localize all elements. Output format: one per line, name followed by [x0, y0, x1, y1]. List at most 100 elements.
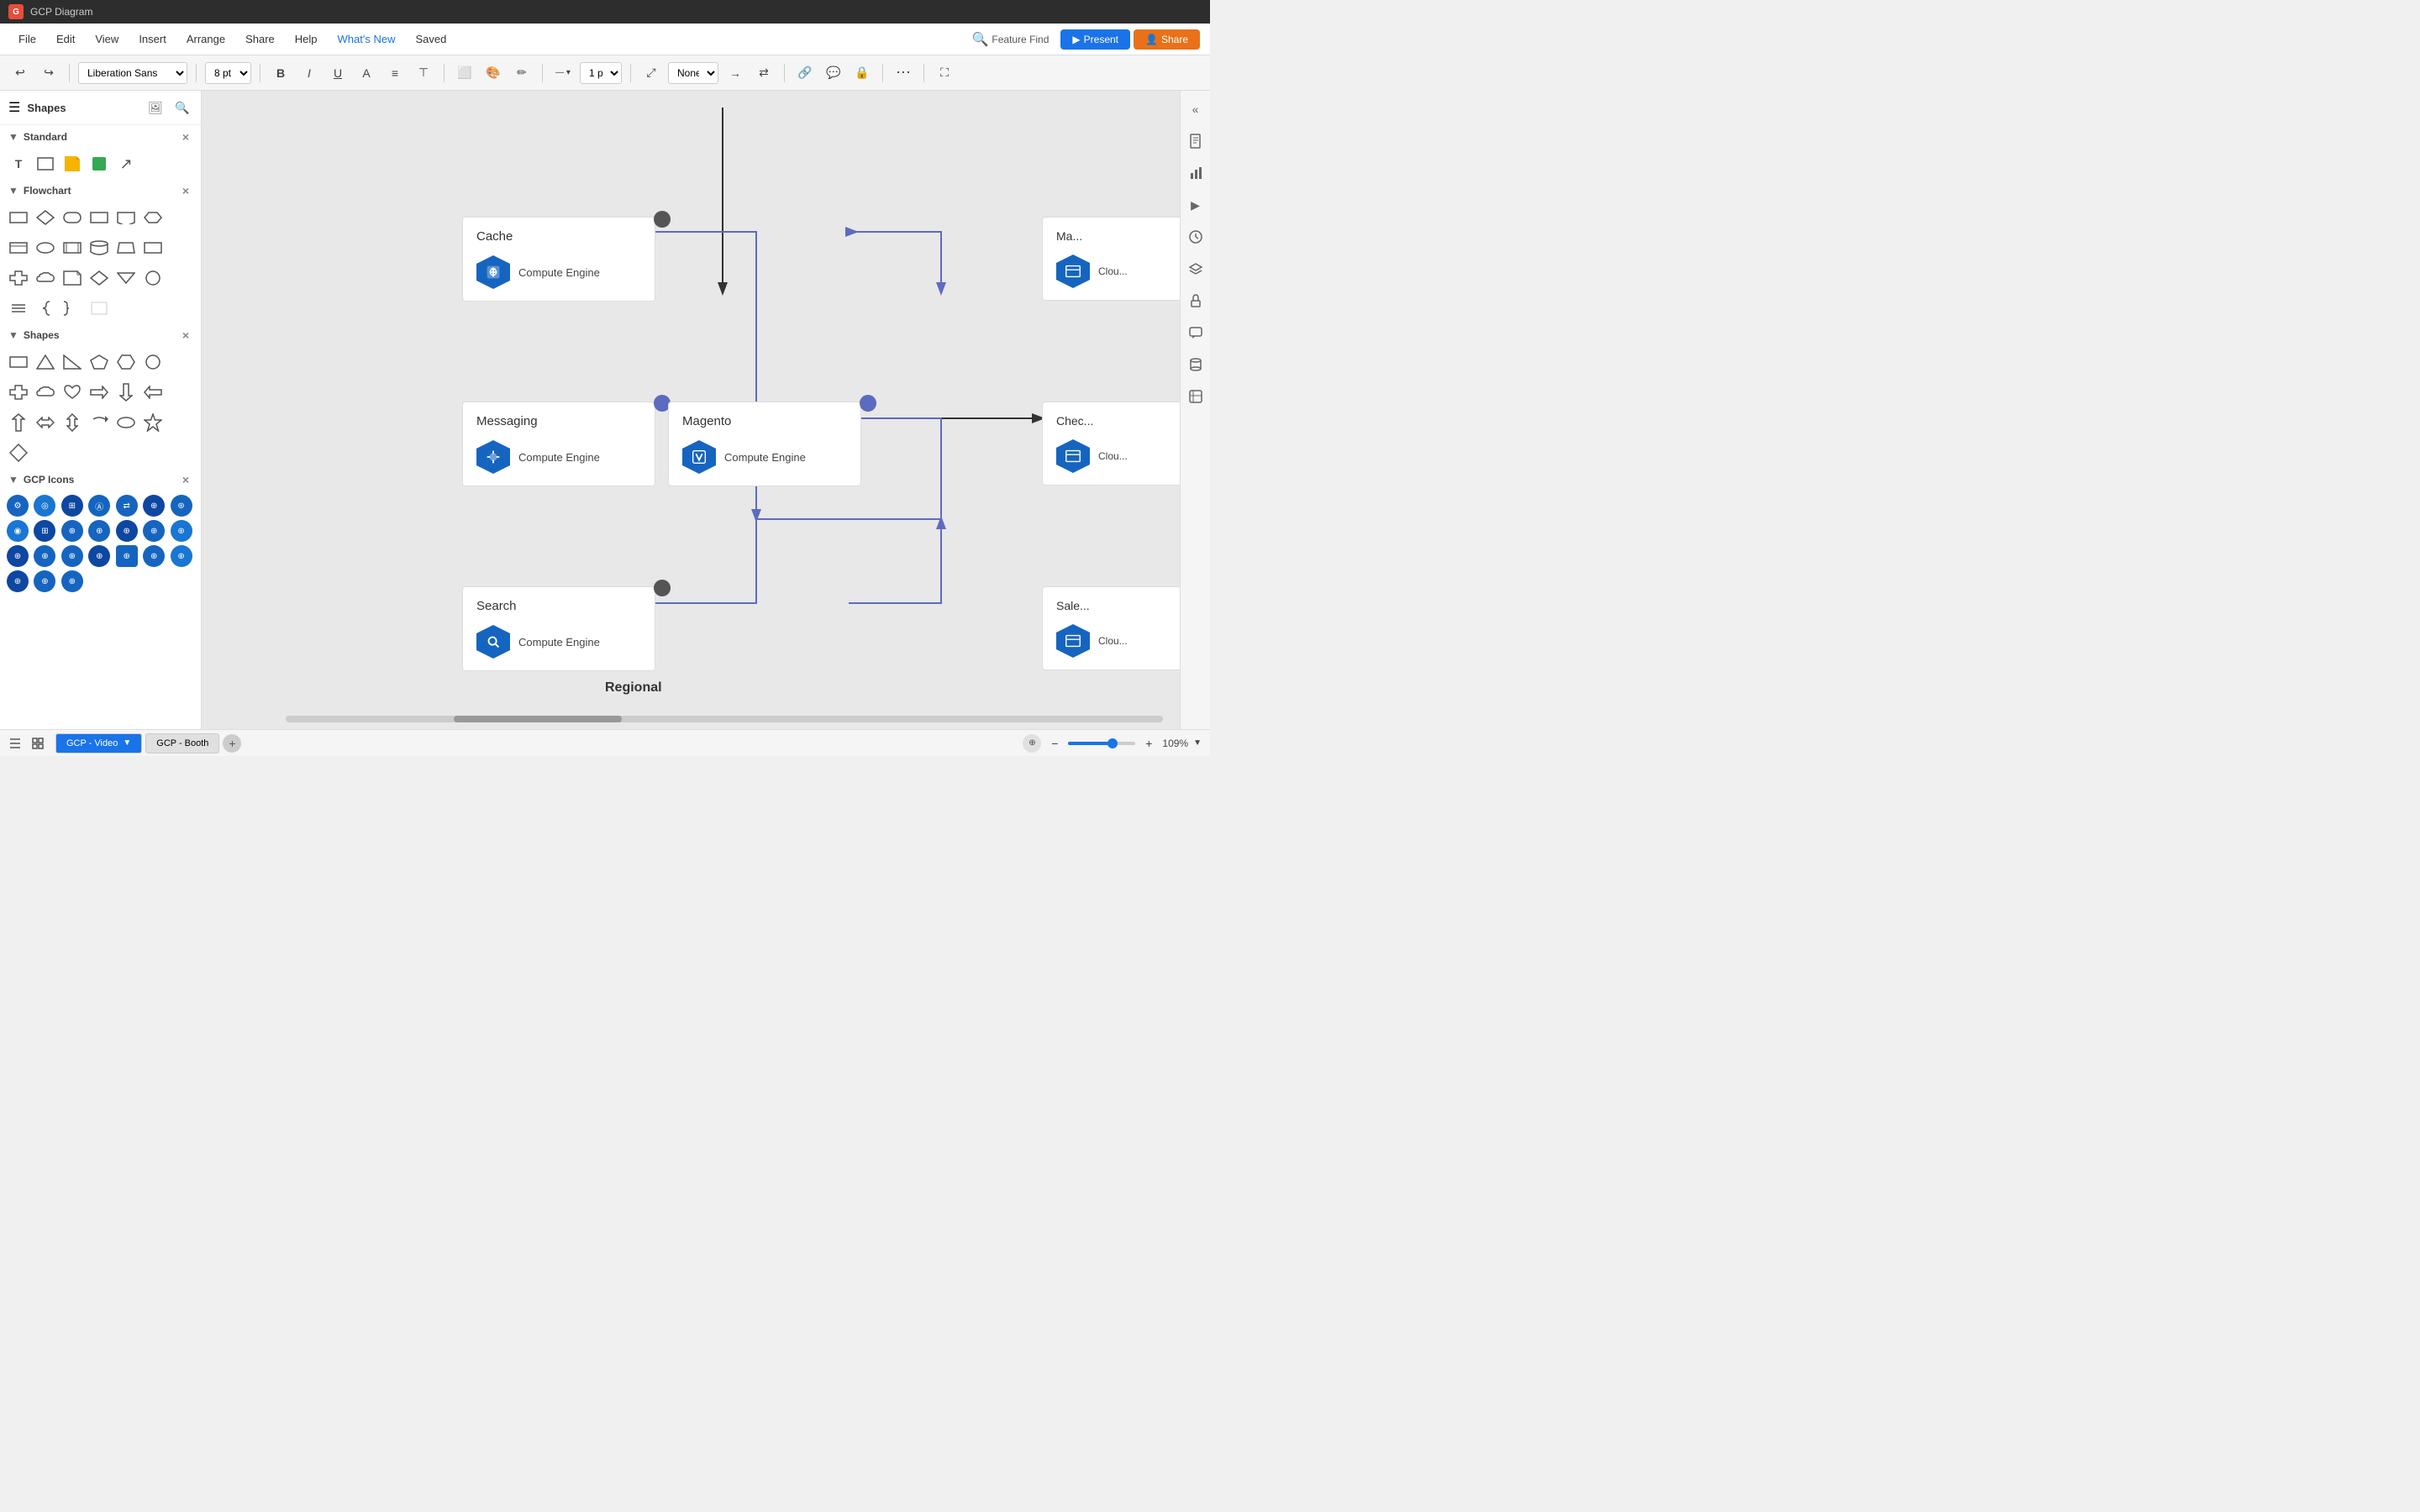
- sh-rect[interactable]: [7, 350, 30, 374]
- gcp-icon-3[interactable]: ⊞: [61, 495, 83, 517]
- gcp-icon-15[interactable]: ⊕: [7, 545, 29, 567]
- sh-cross2[interactable]: [7, 381, 30, 404]
- messaging-node[interactable]: Messaging Compute Engine: [462, 402, 655, 486]
- gcp-icon-13[interactable]: ⊕: [143, 520, 165, 542]
- fc-diamond[interactable]: [34, 206, 57, 229]
- ma-top-node[interactable]: Ma... Clou...: [1042, 217, 1180, 301]
- sh-arrow-r[interactable]: [87, 381, 111, 404]
- menu-view[interactable]: View: [87, 29, 127, 49]
- sh-oval[interactable]: [114, 411, 138, 434]
- font-size-select[interactable]: 8 pt: [205, 62, 251, 84]
- gcp-icon-19[interactable]: ⊕: [116, 545, 138, 567]
- gcp-icon-6[interactable]: ⊕: [143, 495, 165, 517]
- comment-icon[interactable]: [1184, 321, 1207, 344]
- canvas-area[interactable]: Cache Compute Engine Messaging Compute E…: [202, 91, 1180, 729]
- fc-rect[interactable]: [7, 206, 30, 229]
- sh-dbl-arrow-v[interactable]: [60, 411, 84, 434]
- redo-button[interactable]: ↪: [37, 61, 60, 85]
- rect-shape[interactable]: [34, 152, 57, 176]
- underline-button[interactable]: U: [326, 61, 350, 85]
- fc-rect3[interactable]: [7, 236, 30, 260]
- arrow-shape[interactable]: ↗: [114, 152, 138, 176]
- zoom-dropdown[interactable]: ▼: [1193, 738, 1202, 748]
- line-style-dropdown[interactable]: — ▾: [551, 61, 575, 85]
- fc-brace[interactable]: [60, 297, 84, 320]
- sh-arrow-l[interactable]: [141, 381, 165, 404]
- fullscreen-button[interactable]: ⛶: [933, 61, 956, 85]
- sh-heart[interactable]: [60, 381, 84, 404]
- menu-share[interactable]: Share: [237, 29, 283, 49]
- fc-hexagon[interactable]: [141, 206, 165, 229]
- lock-button[interactable]: 🔒: [850, 61, 874, 85]
- menu-whatsnew[interactable]: What's New: [329, 29, 404, 49]
- sh-hex[interactable]: [114, 350, 138, 374]
- gcp-icon-23[interactable]: ⊕: [34, 570, 55, 592]
- sh-star[interactable]: [141, 411, 165, 434]
- font-color-button[interactable]: A: [355, 61, 378, 85]
- gcp-icon-8[interactable]: ◉: [7, 520, 29, 542]
- gcp-icon-20[interactable]: ⊕: [143, 545, 165, 567]
- fc-note[interactable]: [60, 266, 84, 290]
- magento-node[interactable]: Magento Compute Engine: [668, 402, 861, 486]
- gcp-icon-9[interactable]: ⊞: [34, 520, 55, 542]
- sh-cloud[interactable]: [34, 381, 57, 404]
- link-button[interactable]: 🔗: [793, 61, 817, 85]
- search-node[interactable]: Search Compute Engine: [462, 586, 655, 671]
- fc-lines1[interactable]: [7, 297, 30, 320]
- fc-cross[interactable]: [7, 266, 30, 290]
- tab-list-icon[interactable]: [8, 738, 22, 749]
- present-button[interactable]: ▶ Present: [1060, 29, 1130, 50]
- zoom-bar[interactable]: [1068, 742, 1135, 745]
- sh-pentagon[interactable]: [87, 350, 111, 374]
- undo-button[interactable]: ↩: [8, 61, 32, 85]
- tab-gcp-video[interactable]: GCP - Video ▼: [55, 733, 142, 753]
- gcp-icon-17[interactable]: ⊕: [61, 545, 83, 567]
- green-shape[interactable]: [87, 152, 111, 176]
- gcp-icon-24[interactable]: ⊕: [61, 570, 83, 592]
- fc-inv-tri[interactable]: [114, 266, 138, 290]
- sh-curved-arrow[interactable]: [87, 411, 111, 434]
- menu-saved[interactable]: Saved: [407, 29, 455, 49]
- fc-proc[interactable]: [60, 236, 84, 260]
- tab-gcp-booth[interactable]: GCP - Booth: [145, 733, 219, 753]
- connection-button[interactable]: ⇄: [752, 61, 776, 85]
- fc-trapez[interactable]: [114, 236, 138, 260]
- note-shape[interactable]: [60, 152, 84, 176]
- fc-cylinder[interactable]: [87, 236, 111, 260]
- sh-right-tri[interactable]: [60, 350, 84, 374]
- share-button[interactable]: 👤 Share: [1134, 29, 1200, 50]
- font-family-select[interactable]: Liberation Sans: [78, 62, 187, 84]
- fc-white[interactable]: [87, 297, 111, 320]
- fc-rounded[interactable]: [60, 206, 84, 229]
- menu-edit[interactable]: Edit: [48, 29, 83, 49]
- sh-diamond[interactable]: [7, 441, 30, 465]
- gcp-icon-22[interactable]: ⊕: [7, 570, 29, 592]
- gcp-icon-21[interactable]: ⊕: [171, 545, 192, 567]
- map-icon[interactable]: ⊕: [1023, 734, 1041, 753]
- gcp-icons-section-header[interactable]: ▼ GCP Icons ×: [0, 468, 201, 491]
- gcp-icon-16[interactable]: ⊕: [34, 545, 55, 567]
- flowchart-close[interactable]: ×: [179, 184, 192, 197]
- cache-node[interactable]: Cache Compute Engine: [462, 217, 655, 302]
- sh-arrow-d[interactable]: [114, 381, 138, 404]
- fc-circle[interactable]: [141, 266, 165, 290]
- line-width-select[interactable]: 1 px: [580, 62, 622, 84]
- menu-help[interactable]: Help: [287, 29, 326, 49]
- fc-curly[interactable]: [34, 297, 57, 320]
- menu-file[interactable]: File: [10, 29, 45, 49]
- edit-lock-icon[interactable]: [1184, 289, 1207, 312]
- gcp-icon-10[interactable]: ⊕: [61, 520, 83, 542]
- more-button[interactable]: ⋯: [892, 61, 915, 85]
- search-shapes-icon[interactable]: 🔍: [172, 97, 192, 118]
- add-tab-button[interactable]: +: [223, 734, 241, 753]
- arrow-style-select[interactable]: None: [668, 62, 718, 84]
- plugin-icon[interactable]: [1184, 385, 1207, 408]
- menu-arrange[interactable]: Arrange: [178, 29, 234, 49]
- flowchart-section-header[interactable]: ▼ Flowchart ×: [0, 179, 201, 202]
- fc-cloud[interactable]: [34, 266, 57, 290]
- scrollbar-thumb[interactable]: [454, 716, 622, 722]
- zoom-in-button[interactable]: +: [1140, 735, 1157, 752]
- text-shape[interactable]: T: [7, 152, 30, 176]
- shape-button[interactable]: ⬜: [453, 61, 476, 85]
- gcp-icon-2[interactable]: ◎: [34, 495, 55, 517]
